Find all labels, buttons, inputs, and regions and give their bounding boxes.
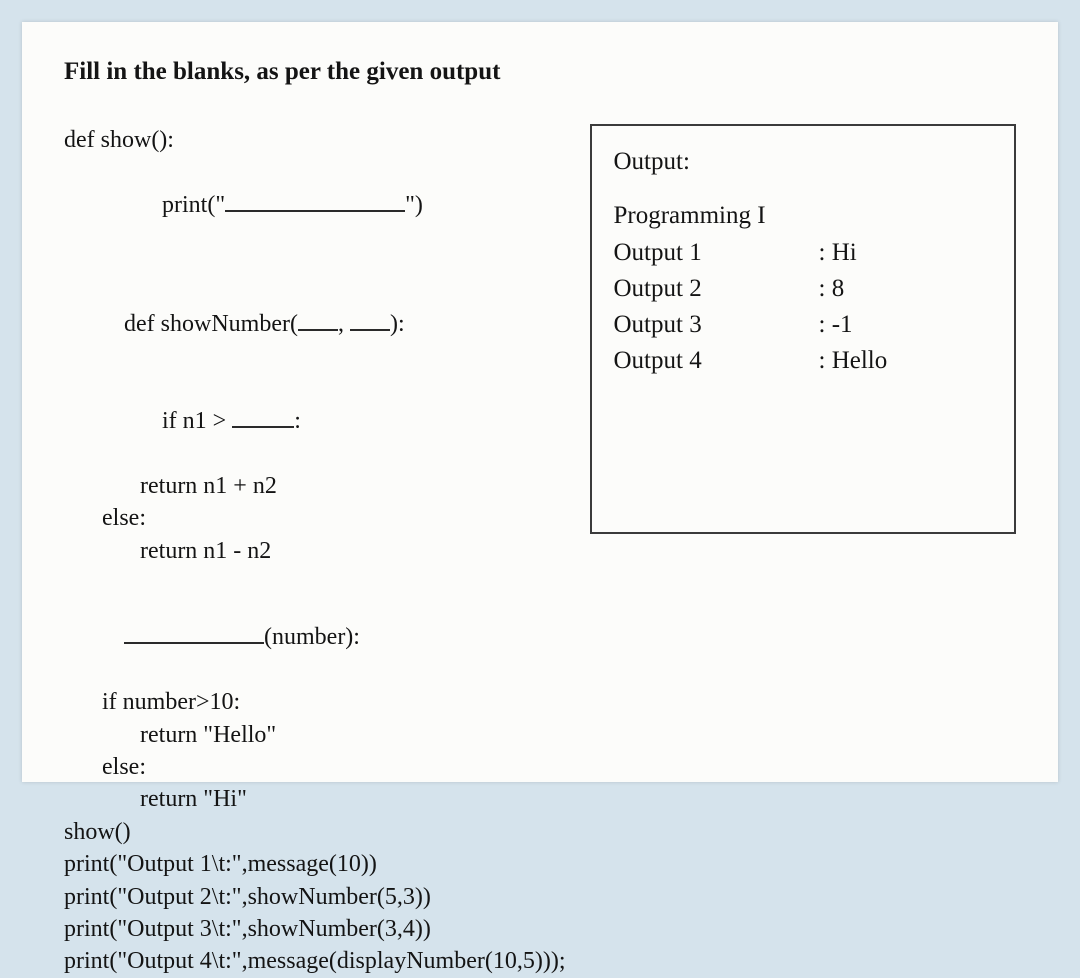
- output-box: Output: Programming I Output 1 : Hi Outp…: [590, 124, 1017, 534]
- code-line: return "Hi": [64, 783, 566, 815]
- question-sheet: Fill in the blanks, as per the given out…: [22, 22, 1058, 782]
- output-line: Programming I: [614, 198, 993, 234]
- content-area: def show(): print(" ") def showNumber(, )…: [64, 124, 1016, 978]
- code-text: print(": [162, 192, 225, 218]
- output-value: : 8: [819, 271, 845, 307]
- code-line: else:: [64, 751, 566, 783]
- code-line: if n1 > :: [64, 373, 566, 470]
- code-line: def show():: [64, 124, 566, 156]
- blank-2b: [350, 321, 390, 331]
- output-label: Output 2: [614, 271, 819, 307]
- code-line: print("Output 4\t:",message(displayNumbe…: [64, 945, 566, 977]
- code-text: :: [294, 408, 301, 434]
- code-text: def showNumber(: [124, 311, 298, 337]
- code-line: print("Output 3\t:",showNumber(3,4)): [64, 913, 566, 945]
- output-label: Output 4: [614, 343, 819, 379]
- code-line: (number):: [64, 589, 566, 686]
- blank-1: [225, 201, 405, 211]
- output-label: Output 3: [614, 307, 819, 343]
- output-row: Output 3 : -1: [614, 307, 993, 343]
- code-line: show(): [64, 816, 566, 848]
- output-row: Output 4 : Hello: [614, 343, 993, 379]
- code-text: ):: [390, 311, 405, 337]
- code-line: if number>10:: [64, 686, 566, 718]
- code-text: if n1 >: [162, 408, 232, 434]
- code-text: "): [405, 192, 423, 218]
- output-row: Output 1 : Hi: [614, 235, 993, 271]
- blank-3: [232, 418, 294, 428]
- output-row: Output 2 : 8: [614, 271, 993, 307]
- code-text: ,: [338, 311, 350, 337]
- code-line: print("Output 2\t:",showNumber(5,3)): [64, 881, 566, 913]
- code-line: print(" "): [64, 156, 566, 253]
- blank-2a: [298, 321, 338, 331]
- question-title: Fill in the blanks, as per the given out…: [64, 58, 1016, 86]
- code-line: return n1 + n2: [64, 470, 566, 502]
- code-line: def showNumber(, ):: [64, 276, 566, 373]
- code-text: (number):: [264, 624, 360, 650]
- blank-4: [124, 634, 264, 644]
- output-value: : -1: [819, 307, 853, 343]
- code-column: def show(): print(" ") def showNumber(, )…: [64, 124, 566, 978]
- code-line: return "Hello": [64, 719, 566, 751]
- output-header: Output:: [614, 144, 993, 180]
- code-line: print("Output 1\t:",message(10)): [64, 848, 566, 880]
- output-label: Output 1: [614, 235, 819, 271]
- code-line: else:: [64, 502, 566, 534]
- output-value: : Hi: [819, 235, 857, 271]
- output-value: : Hello: [819, 343, 888, 379]
- code-line: return n1 - n2: [64, 535, 566, 567]
